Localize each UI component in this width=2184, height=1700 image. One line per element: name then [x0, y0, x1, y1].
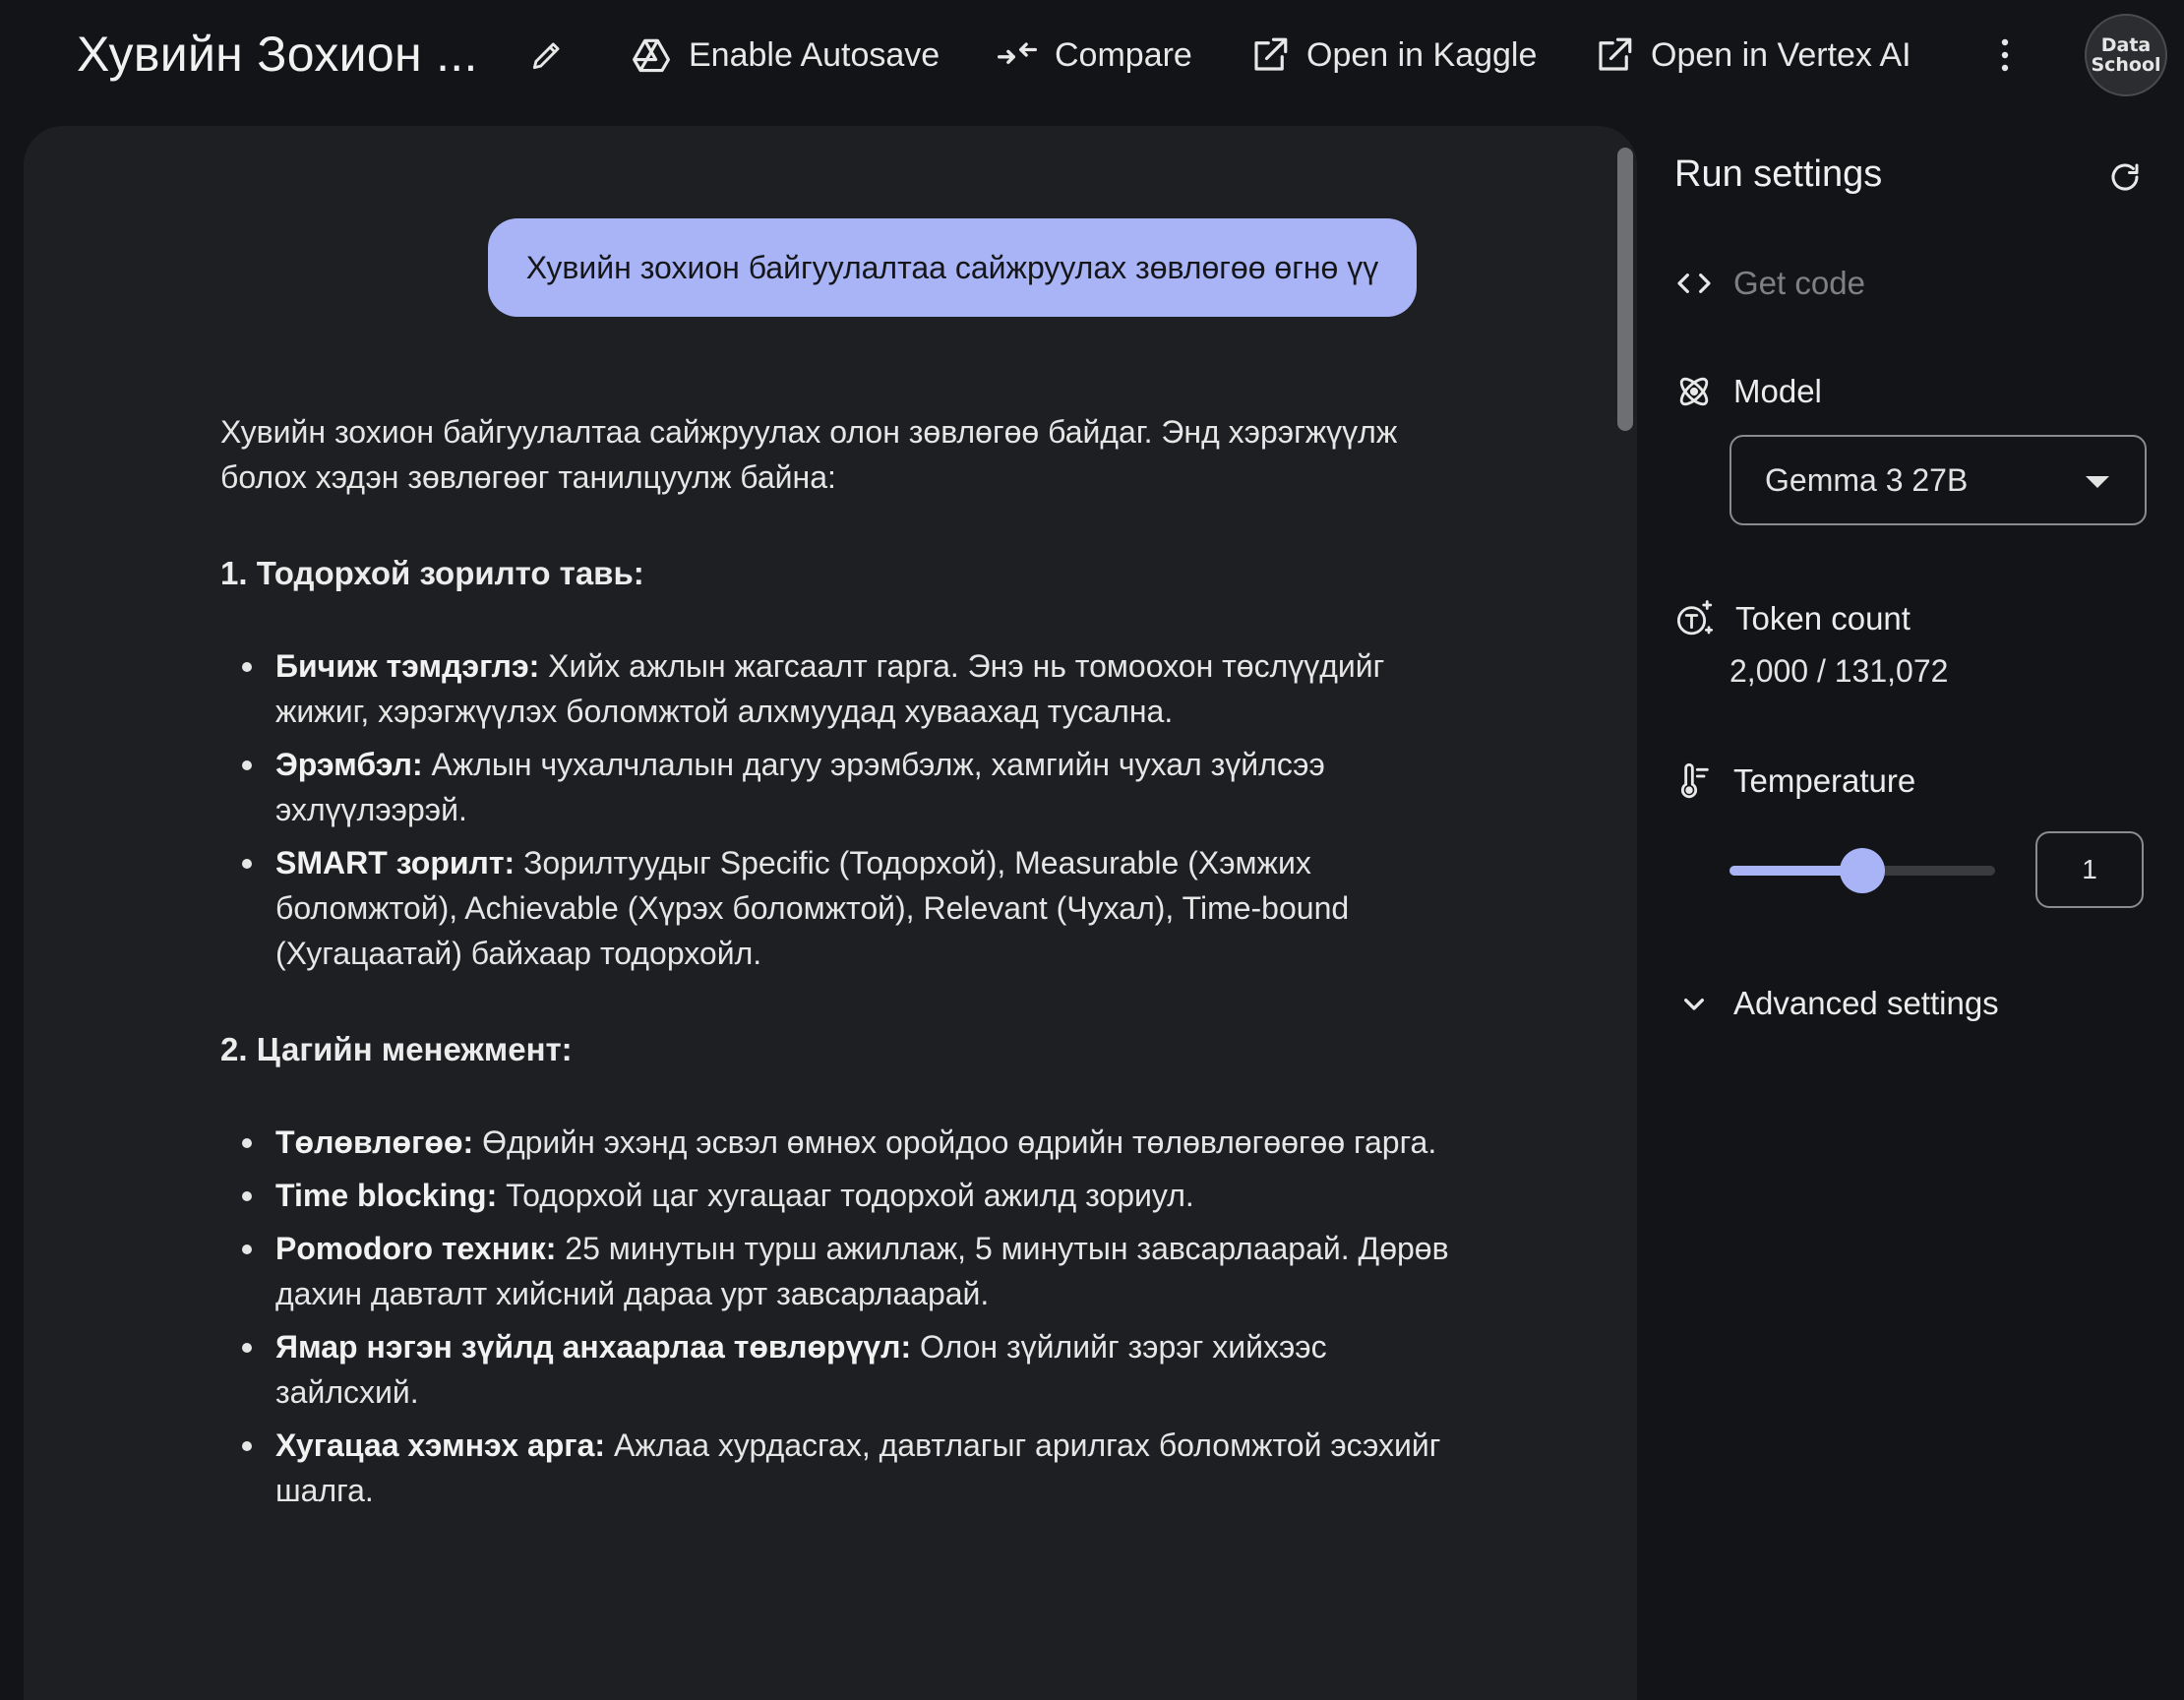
advanced-settings-label: Advanced settings	[1733, 985, 1999, 1021]
open-external-icon	[1599, 37, 1632, 71]
list-item-bold: Pomodoro техник:	[275, 1231, 557, 1266]
pencil-icon	[532, 42, 560, 70]
list-item-bold: Time blocking:	[275, 1178, 498, 1213]
enable-autosave-label: Enable Autosave	[689, 35, 940, 74]
model-section-label: Model	[1674, 372, 1822, 411]
token-count-section-label: Token count	[1674, 598, 1911, 639]
section-heading: 2. Цагийн менежмент:	[220, 1031, 573, 1067]
list-item-bold: Ямар нэгэн зүйлд анхаарлаа төвлөрүүл:	[275, 1329, 912, 1365]
edit-title-button[interactable]	[527, 33, 567, 77]
dropdown-arrow-icon	[2086, 476, 2109, 488]
avatar-text-top: Data	[2100, 34, 2152, 56]
refresh-icon	[2111, 163, 2139, 191]
list-item: Төлөвлөгөө: Өдрийн эхэнд эсвэл өмнөх оро…	[220, 1120, 1460, 1165]
bullet-list: Бичиж тэмдэглэ: Хийх ажлын жагсаалт гарг…	[220, 643, 1460, 976]
token-icon	[1676, 600, 1714, 636]
more-options-button[interactable]	[1987, 30, 2023, 81]
section-heading: 1. Тодорхой зорилто тавь:	[220, 555, 644, 591]
enable-autosave-button[interactable]: Enable Autosave	[630, 28, 940, 83]
list-item: Pomodoro техник: 25 минутын турш ажиллаж…	[220, 1226, 1460, 1316]
list-item-text: Ажлын чухалчлалын дагуу эрэмбэлж, хамгий…	[275, 747, 1325, 827]
list-item: Эрэмбэл: Ажлын чухалчлалын дагуу эрэмбэл…	[220, 742, 1460, 832]
list-item: Хугацаа хэмнэх арга: Ажлаа хурдасгах, да…	[220, 1423, 1460, 1513]
list-item: Time blocking: Тодорхой цаг хугацааг тод…	[220, 1173, 1460, 1218]
thermometer-icon	[1680, 763, 1709, 799]
list-item: SMART зорилт: Зорилтуудыг Specific (Тодо…	[220, 840, 1460, 976]
open-in-vertex-label: Open in Vertex AI	[1651, 35, 1911, 74]
temperature-label: Temperature	[1733, 762, 1916, 799]
compare-label: Compare	[1055, 35, 1192, 74]
token-count-value: 2,000 / 131,072	[1729, 653, 1949, 689]
list-item-bold: Төлөвлөгөө:	[275, 1124, 474, 1160]
list-item-text: Өдрийн эхэнд эсвэл өмнөх оройдоо өдрийн …	[473, 1124, 1437, 1160]
chat-scrollbar[interactable]	[1617, 148, 1633, 431]
compare-arrows-icon	[998, 42, 1037, 64]
temperature-slider[interactable]	[1729, 848, 1995, 893]
model-select[interactable]: Gemma 3 27B	[1729, 435, 2147, 525]
open-external-icon	[1254, 37, 1288, 71]
temperature-input[interactable]: 1	[2035, 831, 2144, 908]
avatar-text-bottom: School	[2091, 54, 2161, 76]
drive-icon	[633, 38, 670, 73]
list-item-bold: Эрэмбэл:	[275, 747, 423, 782]
open-in-kaggle-button[interactable]: Open in Kaggle	[1249, 28, 1537, 83]
advanced-settings-toggle[interactable]: Advanced settings	[1674, 984, 1999, 1023]
token-count-label: Token count	[1735, 600, 1911, 637]
list-item: Ямар нэгэн зүйлд анхаарлаа төвлөрүүл: Ол…	[220, 1324, 1460, 1415]
compare-button[interactable]: Compare	[996, 28, 1192, 83]
code-icon	[1677, 273, 1711, 293]
run-settings-title: Run settings	[1674, 153, 1883, 195]
list-item: Бичиж тэмдэглэ: Хийх ажлын жагсаалт гарг…	[220, 643, 1460, 734]
list-item-bold: Хугацаа хэмнэх арга:	[275, 1427, 606, 1463]
prompt-title[interactable]: Хувийн Зохион ...	[77, 26, 478, 83]
open-in-vertex-button[interactable]: Open in Vertex AI	[1594, 28, 1911, 83]
model-response: Хувийн зохион байгуулалтаа сайжруулах ол…	[220, 409, 1460, 1564]
top-bar: Хувийн Зохион ... Enable Autosave Compar…	[0, 0, 2184, 110]
chat-panel: Хувийн зохион байгуулалтаа сайжруулах зө…	[24, 126, 1637, 1700]
bullet-list: Төлөвлөгөө: Өдрийн эхэнд эсвэл өмнөх оро…	[220, 1120, 1460, 1513]
temperature-slider-thumb[interactable]	[1840, 848, 1885, 893]
list-item-bold: SMART зорилт:	[275, 845, 516, 880]
open-in-kaggle-label: Open in Kaggle	[1306, 35, 1538, 74]
response-intro: Хувийн зохион байгуулалтаа сайжруулах ол…	[220, 414, 1398, 495]
get-code-button[interactable]: Get code	[1674, 264, 1865, 303]
model-select-value: Gemma 3 27B	[1765, 461, 1969, 498]
temperature-section-label: Temperature	[1674, 761, 1915, 801]
list-item-text: Тодорхой цаг хугацааг тодорхой ажилд зор…	[497, 1178, 1194, 1213]
avatar[interactable]: Data School	[2085, 14, 2167, 96]
model-label: Model	[1733, 373, 1822, 409]
run-settings-panel: Run settings Get code Model Gemma 3 27B …	[1637, 110, 2184, 1667]
reset-settings-button[interactable]	[2107, 159, 2143, 200]
user-message: Хувийн зохион байгуулалтаа сайжруулах зө…	[488, 218, 1417, 317]
list-item-bold: Бичиж тэмдэглэ:	[275, 648, 540, 684]
get-code-label: Get code	[1733, 265, 1865, 301]
chevron-down-icon	[1684, 999, 1704, 1010]
model-atom-icon	[1679, 377, 1709, 406]
more-vert-icon	[2001, 38, 2009, 72]
